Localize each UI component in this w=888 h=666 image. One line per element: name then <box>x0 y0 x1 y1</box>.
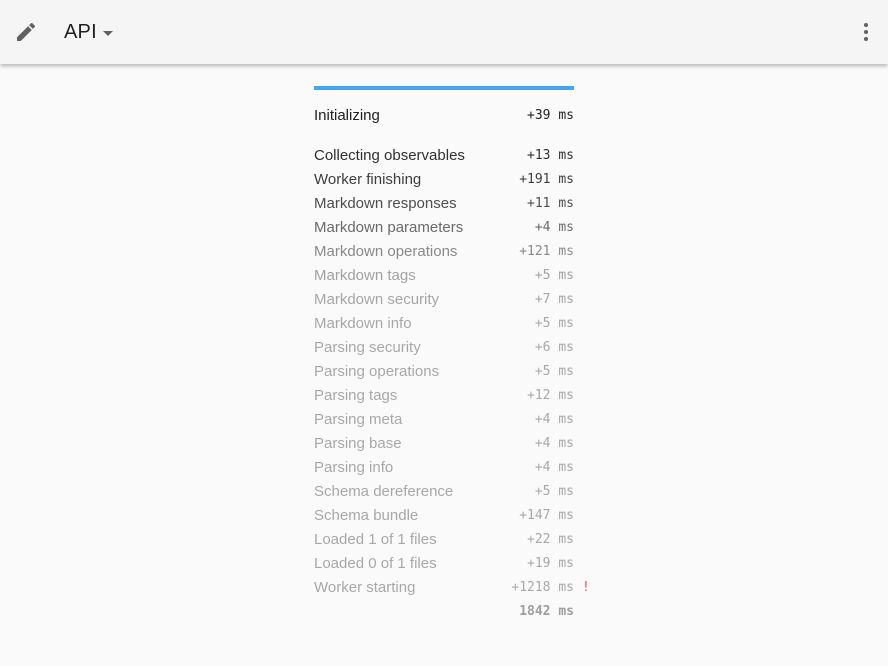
slow-warning-icon: ! <box>582 580 590 595</box>
timing-value: +5 ms <box>534 364 574 379</box>
edit-button[interactable] <box>8 14 44 50</box>
timing-label: Collecting observables <box>314 147 465 164</box>
timing-label: Parsing operations <box>314 363 440 380</box>
timing-row: Markdown info +5 ms <box>314 312 586 336</box>
timing-label: Markdown parameters <box>314 219 464 236</box>
timing-label: Parsing tags <box>314 387 398 404</box>
timing-label: Initializing <box>314 107 380 124</box>
timing-row: Collecting observables +13 ms <box>314 144 586 168</box>
timing-label: Worker finishing <box>314 171 422 188</box>
timing-value: +19 ms <box>527 556 574 571</box>
timing-row: Parsing meta +4 ms <box>314 408 586 432</box>
timing-row: Parsing info +4 ms <box>314 456 586 480</box>
timing-label: Worker starting <box>314 579 416 596</box>
timing-row: Parsing security +6 ms <box>314 336 586 360</box>
timing-row: Initializing +39 ms <box>314 104 586 128</box>
timing-row: Worker finishing +191 ms <box>314 168 586 192</box>
pencil-icon <box>17 22 36 41</box>
total-row: 1842 ms <box>314 600 586 624</box>
page-title: API <box>64 20 97 43</box>
timing-row: Parsing operations +5 ms <box>314 360 586 384</box>
timing-label: Parsing base <box>314 435 402 452</box>
caret-down-icon <box>102 30 113 36</box>
timing-value: +5 ms <box>534 268 574 283</box>
timing-row: Parsing base +4 ms <box>314 432 586 456</box>
timing-value: +11 ms <box>527 196 574 211</box>
timing-label: Schema dereference <box>314 483 454 500</box>
timing-row: Schema bundle +147 ms <box>314 504 586 528</box>
timing-value: +121 ms <box>519 244 574 259</box>
title-dropdown[interactable]: API <box>64 0 113 64</box>
timing-row: Markdown responses +11 ms <box>314 192 586 216</box>
timing-value: +4 ms <box>534 412 574 427</box>
timing-label: Markdown operations <box>314 243 458 260</box>
timing-value: +191 ms <box>519 172 574 187</box>
timing-value: +6 ms <box>534 340 574 355</box>
more-menu-button[interactable] <box>852 14 880 50</box>
more-vert-icon <box>864 23 868 41</box>
timing-label: Markdown responses <box>314 195 457 212</box>
timing-value: +4 ms <box>534 436 574 451</box>
timing-value: +147 ms <box>519 508 574 523</box>
timing-label: Markdown security <box>314 291 440 308</box>
timing-label: Parsing security <box>314 339 421 356</box>
timing-label: Schema bundle <box>314 507 419 524</box>
timing-row: Worker starting +1218 ms! <box>314 576 590 600</box>
timing-row: Markdown tags +5 ms <box>314 264 586 288</box>
timing-row: Loaded 0 of 1 files +19 ms <box>314 552 586 576</box>
timing-row: Parsing tags +12 ms <box>314 384 586 408</box>
timing-value: +39 ms <box>527 108 574 123</box>
timing-value: +5 ms <box>534 484 574 499</box>
timing-row: Markdown parameters +4 ms <box>314 216 586 240</box>
timing-value: +7 ms <box>534 292 574 307</box>
timing-value: +5 ms <box>534 316 574 331</box>
timing-label: Markdown tags <box>314 267 416 284</box>
timing-row: Loaded 1 of 1 files +22 ms <box>314 528 586 552</box>
timing-label: Loaded 1 of 1 files <box>314 531 437 548</box>
progress-bar <box>314 86 574 90</box>
progress-fill <box>314 86 574 90</box>
timing-value: +22 ms <box>527 532 574 547</box>
timing-label: Parsing meta <box>314 411 403 428</box>
timing-row: Markdown security +7 ms <box>314 288 586 312</box>
timing-label: Markdown info <box>314 315 412 332</box>
total-time: 1842 ms <box>519 604 574 619</box>
app-toolbar: API <box>0 0 888 64</box>
timing-label: Loaded 0 of 1 files <box>314 555 437 572</box>
timing-value: +12 ms <box>527 388 574 403</box>
timing-row: Markdown operations +121 ms <box>314 240 586 264</box>
timing-row: Schema dereference +5 ms <box>314 480 586 504</box>
timing-label: Parsing info <box>314 459 394 476</box>
timing-value: +1218 ms <box>511 580 574 595</box>
timing-value: +4 ms <box>534 460 574 475</box>
timing-list: Initializing +39 ms Collecting observables… <box>314 104 590 624</box>
timing-value: +4 ms <box>534 220 574 235</box>
timing-value: +13 ms <box>527 148 574 163</box>
